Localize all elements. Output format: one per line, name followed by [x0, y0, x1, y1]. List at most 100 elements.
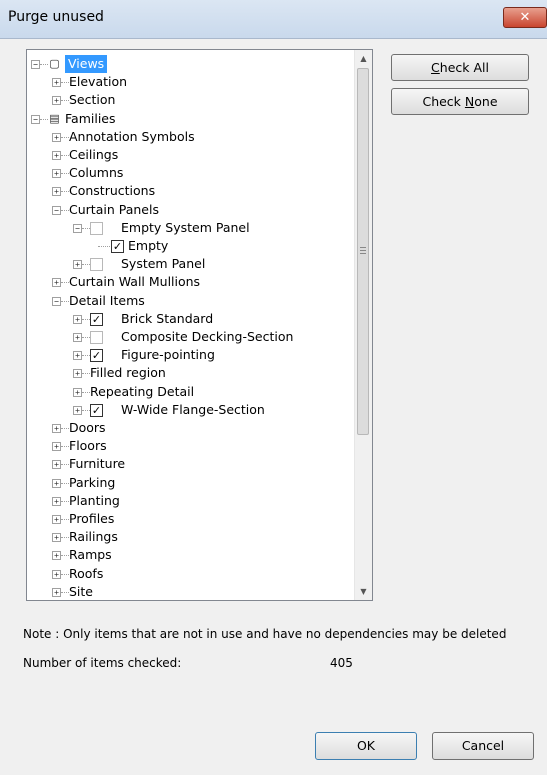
tree-row[interactable]: + Parking	[27, 474, 356, 492]
tree-row[interactable]: + Ceilings	[27, 146, 356, 164]
connector-line	[61, 300, 69, 302]
window-title: Purge unused	[8, 9, 104, 25]
expand-icon[interactable]: +	[52, 551, 61, 561]
tree-row[interactable]: + Ramps	[27, 546, 356, 564]
collapse-icon[interactable]: −	[52, 296, 61, 306]
expand-icon[interactable]: +	[52, 587, 61, 597]
ok-button[interactable]: OK	[315, 732, 417, 760]
tree-item-label: Curtain Wall Mullions	[69, 274, 201, 290]
connector-line	[61, 100, 69, 102]
tree-row[interactable]: + Curtain Wall Mullions	[27, 273, 356, 291]
collapse-icon[interactable]: −	[31, 60, 40, 69]
expand-icon[interactable]: +	[52, 424, 61, 433]
connector-line	[98, 246, 110, 247]
tree-row[interactable]: + Columns	[27, 164, 356, 182]
tree-row[interactable]: − Curtain Panels	[27, 201, 356, 219]
tree-row[interactable]: + Annotation Symbols	[27, 128, 356, 146]
check-all-button[interactable]: Check All	[391, 54, 529, 81]
expand-icon[interactable]: +	[73, 333, 82, 342]
cancel-button[interactable]: Cancel	[432, 732, 534, 760]
tree-row[interactable]: + Section	[27, 91, 356, 109]
tree-row[interactable]: + Roofs	[27, 565, 356, 583]
tree-row[interactable]: + ✓ Figure-pointing	[27, 346, 356, 364]
families-icon: ▤	[49, 111, 60, 125]
title-bar: Purge unused ✕	[0, 0, 547, 39]
purge-tree-view[interactable]: − ▢ Views + Elevation + Section − ▤ Families + Anno…	[26, 49, 373, 601]
views-icon: ▢	[49, 57, 60, 70]
checkbox-unchecked[interactable]	[90, 221, 103, 235]
tree-row[interactable]: ✓ Empty	[27, 237, 356, 255]
tree-row[interactable]: + Furniture	[27, 455, 356, 473]
connector-line	[82, 227, 90, 229]
checkbox-unchecked[interactable]	[90, 258, 103, 272]
tree-row[interactable]: + Profiles	[27, 510, 356, 528]
connector-line	[40, 118, 48, 120]
connector-line	[61, 500, 69, 502]
tree-row[interactable]: − Detail Items	[27, 292, 356, 310]
expand-icon[interactable]: +	[52, 533, 61, 543]
scroll-thumb[interactable]	[357, 68, 369, 435]
expand-icon[interactable]: +	[73, 314, 82, 324]
expand-icon[interactable]: +	[52, 96, 61, 106]
connector-line	[61, 209, 69, 211]
tree-item-label: System Panel	[121, 256, 206, 272]
collapse-icon[interactable]: −	[31, 114, 40, 124]
tree-row[interactable]: + ✓ Brick Standard	[27, 310, 356, 328]
grip-line	[360, 253, 366, 254]
tree-row[interactable]: + System Panel	[27, 255, 356, 273]
tree-row[interactable]: + Floors	[27, 437, 356, 455]
tree-row[interactable]: + Composite Decking-Section	[27, 328, 356, 346]
expand-icon[interactable]: +	[52, 478, 61, 488]
expand-icon[interactable]: +	[52, 515, 61, 524]
tree-row[interactable]: + ✓ W-Wide Flange-Section	[27, 401, 356, 419]
expand-icon[interactable]: +	[52, 169, 61, 179]
tree-item-label: Empty System Panel	[121, 219, 250, 235]
expand-icon[interactable]: +	[73, 387, 82, 397]
connector-line	[61, 191, 69, 193]
tree-row[interactable]: + Planting	[27, 492, 356, 510]
checkbox-checked[interactable]: ✓	[90, 312, 103, 326]
collapse-icon[interactable]: −	[52, 205, 61, 215]
tree-item-label: Elevation	[69, 74, 128, 90]
vertical-scrollbar[interactable]: ▲ ▼	[354, 50, 372, 600]
connector-line	[61, 282, 69, 284]
tree-row[interactable]: − Empty System Panel	[27, 219, 356, 237]
expand-icon[interactable]: +	[52, 442, 61, 452]
checkbox-checked[interactable]: ✓	[90, 349, 103, 363]
collapse-icon[interactable]: −	[73, 223, 82, 233]
tree-item-label: Constructions	[69, 183, 156, 199]
expand-icon[interactable]: +	[52, 78, 61, 88]
tree-row[interactable]: − ▤ Families	[27, 110, 356, 128]
tree-row[interactable]: + Filled region	[27, 364, 356, 382]
tree-row[interactable]: − ▢ Views	[27, 55, 356, 73]
scroll-up-arrow-icon[interactable]: ▲	[355, 50, 372, 67]
expand-icon[interactable]: +	[73, 405, 82, 415]
tree-row[interactable]: + Site	[27, 583, 356, 600]
check-all-label: Check All	[431, 60, 489, 75]
check-none-button[interactable]: Check None	[391, 88, 529, 115]
expand-icon[interactable]: +	[52, 569, 61, 579]
expand-icon[interactable]: +	[52, 278, 61, 288]
tree-row[interactable]: + Railings	[27, 528, 356, 546]
expand-icon[interactable]: +	[52, 187, 61, 197]
expand-icon[interactable]: +	[52, 460, 61, 470]
close-button[interactable]: ✕	[503, 7, 547, 28]
expand-icon[interactable]: +	[52, 151, 61, 160]
expand-icon[interactable]: +	[73, 351, 82, 361]
tree-item-label: Annotation Symbols	[69, 128, 195, 144]
scroll-down-arrow-icon[interactable]: ▼	[355, 583, 372, 600]
checkbox-checked[interactable]: ✓	[111, 240, 124, 253]
connector-line	[82, 264, 90, 266]
expand-icon[interactable]: +	[73, 260, 82, 270]
tree-row[interactable]: + Elevation	[27, 73, 356, 91]
checkbox-checked[interactable]: ✓	[90, 403, 103, 417]
items-checked-count: 405	[330, 656, 353, 670]
checkbox-unchecked[interactable]	[90, 331, 103, 344]
tree-row[interactable]: + Doors	[27, 419, 356, 437]
expand-icon[interactable]: +	[52, 132, 61, 142]
tree-row[interactable]: + Repeating Detail	[27, 383, 356, 401]
tree-row[interactable]: + Constructions	[27, 182, 356, 200]
expand-icon[interactable]: +	[73, 369, 82, 379]
expand-icon[interactable]: +	[52, 496, 61, 506]
tree-item-label: Families	[65, 110, 116, 126]
